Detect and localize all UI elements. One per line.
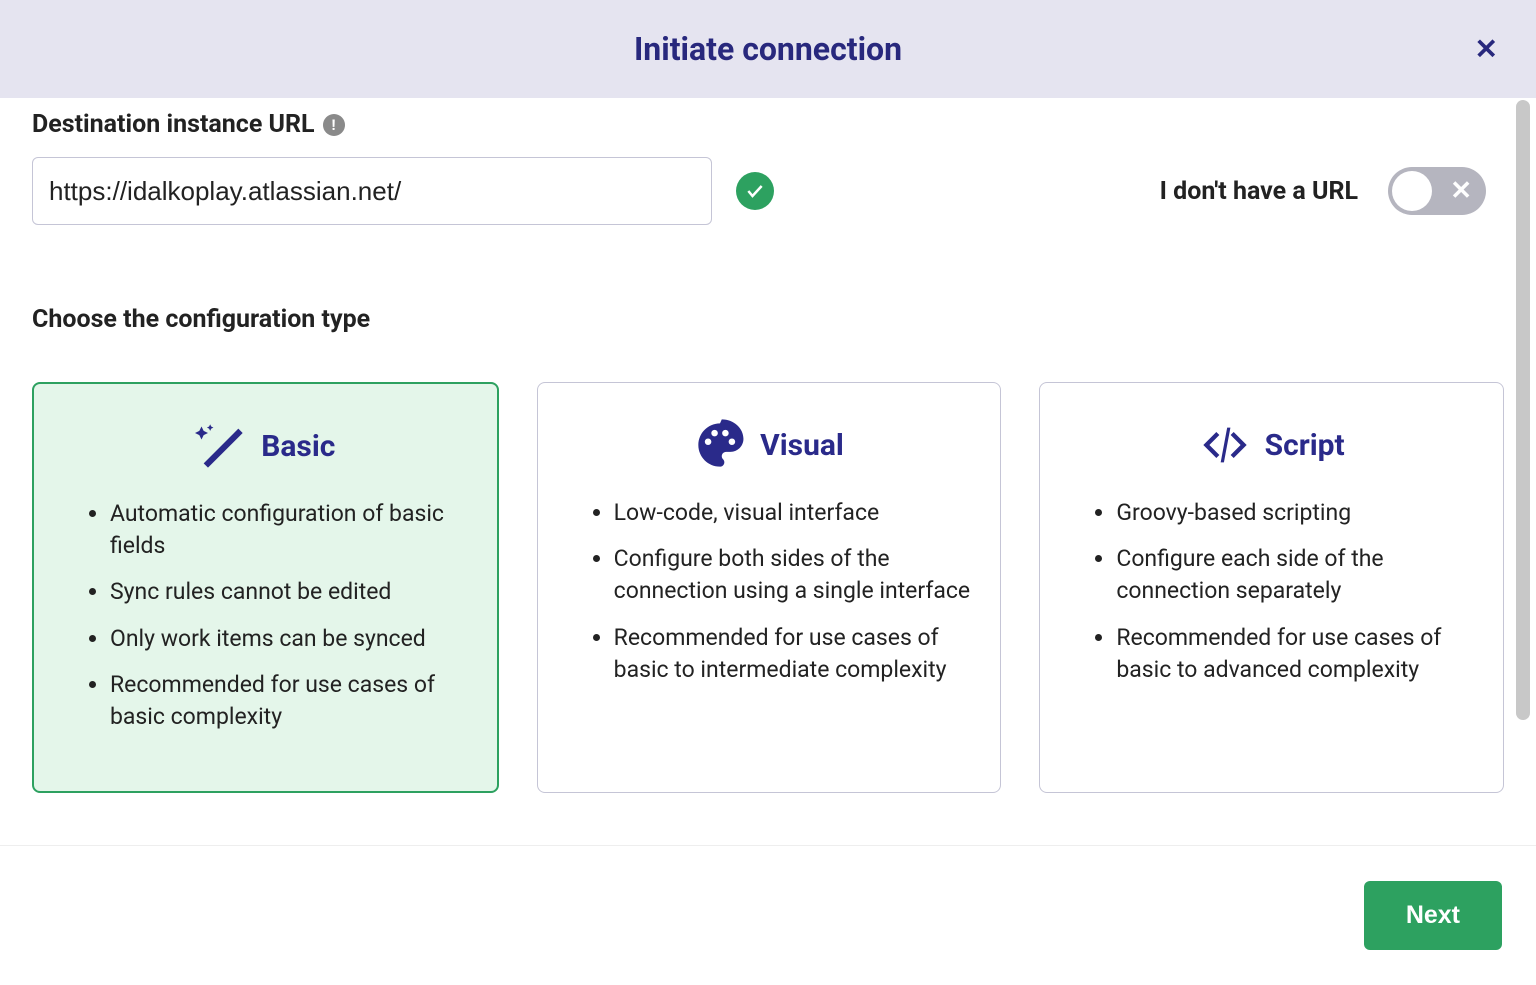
- toggle-off-x-icon: ✕: [1450, 176, 1472, 206]
- palette-icon: [694, 419, 746, 471]
- config-type-label: Choose the configuration type: [32, 305, 1504, 334]
- config-card-basic[interactable]: Basic Automatic configuration of basic f…: [32, 382, 499, 793]
- list-item: Configure each side of the connection se…: [1116, 543, 1473, 607]
- dialog-footer: Next: [0, 845, 1536, 985]
- toggle-knob: [1392, 171, 1432, 211]
- list-item: Recommended for use cases of basic compl…: [110, 669, 467, 733]
- list-item: Only work items can be synced: [110, 623, 467, 655]
- card-bullets-script: Groovy-based scripting Configure each si…: [1070, 497, 1473, 686]
- config-card-visual[interactable]: Visual Low-code, visual interface Config…: [537, 382, 1002, 793]
- list-item: Automatic configuration of basic fields: [110, 498, 467, 562]
- dialog-header: Initiate connection ✕: [0, 0, 1536, 98]
- card-title-basic: Basic: [261, 429, 335, 464]
- list-item: Configure both sides of the connection u…: [614, 543, 971, 607]
- url-valid-check-icon: [736, 172, 774, 210]
- destination-url-label: Destination instance URL: [32, 110, 315, 139]
- card-title-script: Script: [1265, 428, 1345, 463]
- scrollbar[interactable]: [1516, 100, 1530, 720]
- no-url-label: I don't have a URL: [1160, 177, 1358, 206]
- card-bullets-basic: Automatic configuration of basic fields …: [64, 498, 467, 733]
- no-url-group: I don't have a URL ✕: [1160, 167, 1504, 215]
- magic-wand-icon: [195, 420, 247, 472]
- card-bullets-visual: Low-code, visual interface Configure bot…: [568, 497, 971, 686]
- info-icon[interactable]: !: [323, 114, 345, 136]
- config-card-script[interactable]: Script Groovy-based scripting Configure …: [1039, 382, 1504, 793]
- code-icon: [1199, 419, 1251, 471]
- card-header-script: Script: [1070, 419, 1473, 471]
- next-button[interactable]: Next: [1364, 881, 1502, 950]
- dialog-title: Initiate connection: [634, 30, 902, 68]
- no-url-toggle[interactable]: ✕: [1388, 167, 1486, 215]
- list-item: Low-code, visual interface: [614, 497, 971, 529]
- destination-url-input[interactable]: [32, 157, 712, 225]
- card-header-visual: Visual: [568, 419, 971, 471]
- card-header-basic: Basic: [64, 420, 467, 472]
- list-item: Groovy-based scripting: [1116, 497, 1473, 529]
- config-cards: Basic Automatic configuration of basic f…: [32, 382, 1504, 793]
- dialog-content: Destination instance URL ! I don't have …: [0, 98, 1536, 842]
- list-item: Sync rules cannot be edited: [110, 576, 467, 608]
- card-title-visual: Visual: [760, 428, 844, 463]
- list-item: Recommended for use cases of basic to in…: [614, 622, 971, 686]
- list-item: Recommended for use cases of basic to ad…: [1116, 622, 1473, 686]
- close-icon[interactable]: ✕: [1475, 33, 1498, 66]
- url-label-row: Destination instance URL !: [32, 110, 1504, 139]
- url-row: I don't have a URL ✕: [32, 157, 1504, 225]
